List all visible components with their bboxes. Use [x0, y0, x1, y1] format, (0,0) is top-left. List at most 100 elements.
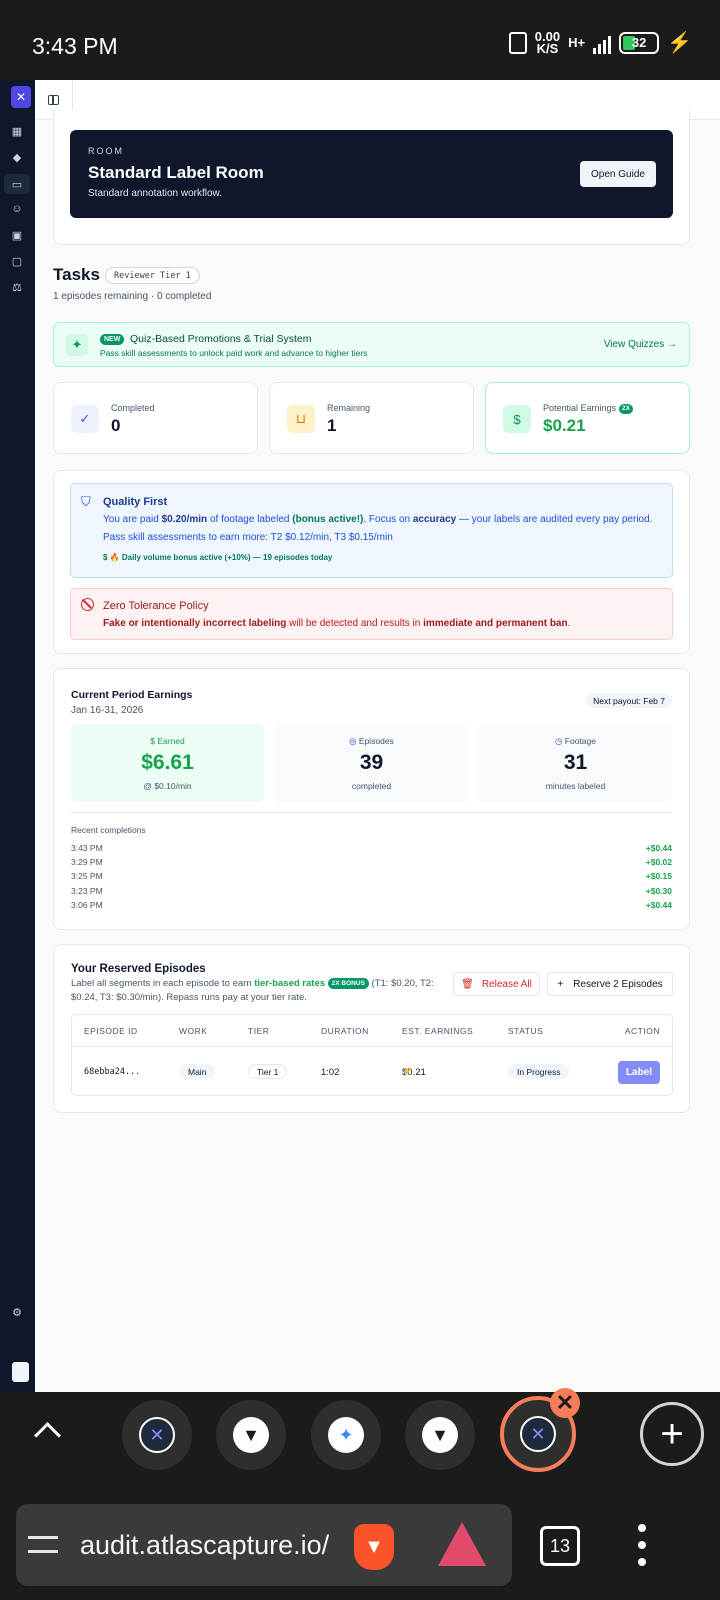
tab-thumbnail[interactable]: ✦ — [311, 1400, 381, 1470]
browser-bottom-bar: audit.atlascapture.io/ ▼ 13 — [0, 1472, 720, 1600]
browser-tab-strip: ✕ ▼ ✦ ▼ ✕ ✕ + — [0, 1388, 720, 1472]
reserve-episodes-button[interactable]: + Reserve 2 Episodes — [547, 972, 673, 996]
room-card: ROOM Standard Label Room Standard annota… — [53, 110, 690, 245]
earned-label: $ Earned — [150, 736, 185, 746]
period-dates: Jan 16-31, 2026 — [71, 705, 144, 716]
status-time: 3:43 PM — [32, 33, 118, 59]
new-tab-button[interactable]: + — [640, 1402, 704, 1466]
room-banner: ROOM Standard Label Room Standard annota… — [70, 130, 673, 218]
brave-rewards-icon[interactable] — [438, 1522, 486, 1566]
column-header: EPISODE ID — [84, 1026, 138, 1036]
stat-value: $0.21 — [543, 416, 586, 435]
panel-left-icon — [48, 95, 59, 105]
quality-title: Quality First — [103, 496, 168, 508]
reserved-description-2: $0.24, T3: $0.30/min). Repass runs pay a… — [71, 992, 307, 1003]
tasks-subtitle: 1 episodes remaining · 0 completed — [53, 291, 212, 302]
episodes-box: ◎ Episodes 39 completed — [275, 724, 468, 802]
list-item: 3:43 PM +$0.44 — [71, 843, 672, 853]
view-quizzes-link[interactable]: View Quizzes → — [604, 339, 677, 350]
column-header: STATUS — [508, 1026, 544, 1036]
app-logo[interactable]: ✕ — [11, 86, 31, 108]
tier-pill: Tier 1 — [248, 1064, 288, 1079]
brave-lion-icon: ▼ — [233, 1417, 269, 1453]
list-item: 3:29 PM +$0.02 — [71, 857, 672, 867]
zero-tolerance-text: Fake or intentionally incorrect labeling… — [103, 618, 571, 629]
network-type: H+ — [568, 35, 586, 50]
earned-rate: @ $0.10/min — [143, 781, 192, 791]
tab-thumbnail-active[interactable]: ✕ ✕ — [500, 1388, 580, 1472]
promo-title: Quiz-Based Promotions & Trial System — [130, 333, 312, 345]
stat-value: 1 — [327, 416, 337, 435]
room-title: Standard Label Room — [88, 163, 264, 182]
episodes-label: ◎ Episodes — [349, 736, 394, 746]
divider — [71, 812, 672, 813]
dollar-icon: $ — [503, 405, 531, 433]
dollar-icon: $ — [103, 553, 110, 562]
release-all-button[interactable]: 🗑 Release All — [453, 972, 540, 996]
period-earnings-card: Current Period Earnings Jan 16-31, 2026 … — [53, 668, 690, 930]
settings-icon[interactable]: ⚙ — [10, 1305, 24, 1319]
duration: 1:02 — [321, 1067, 340, 1078]
promo-banner: ✦ NEW Quiz-Based Promotions & Trial Syst… — [53, 322, 690, 367]
close-tab-icon[interactable]: ✕ — [550, 1388, 580, 1418]
tier-badge: Reviewer Tier 1 — [105, 267, 200, 284]
column-header: WORK — [179, 1026, 208, 1036]
stat-remaining: ⊔ Remaining 1 — [269, 382, 474, 454]
users-icon[interactable]: ☺ — [10, 202, 24, 216]
brave-shields-icon[interactable]: ▼ — [354, 1524, 394, 1570]
tab-thumbnail[interactable]: ▼ — [216, 1400, 286, 1470]
work-badge: Main — [179, 1064, 216, 1079]
chevron-up-icon[interactable] — [32, 1414, 62, 1444]
new-badge: NEW — [100, 334, 125, 345]
plus-icon: + — [557, 978, 564, 990]
graduation-cap-icon[interactable]: ◆ — [10, 150, 24, 164]
reserved-title: Your Reserved Episodes — [71, 963, 206, 975]
episodes-table: EPISODE ID WORK TIER DURATION EST. EARNI… — [71, 1014, 673, 1096]
more-menu-icon[interactable] — [636, 1524, 648, 1566]
footage-label: ◷ Footage — [555, 736, 596, 746]
list-item: 3:06 PM +$0.44 — [71, 900, 672, 910]
clock-icon: ◷ — [555, 736, 565, 746]
column-header: EST. EARNINGS — [402, 1026, 474, 1036]
stat-label: Remaining — [327, 403, 371, 413]
site-settings-icon[interactable] — [28, 1532, 60, 1558]
scale-icon[interactable]: ⚖ — [10, 280, 24, 294]
footage-value: 31 — [563, 751, 588, 774]
status-badge: In Progress — [508, 1064, 570, 1079]
wallet-icon[interactable]: ▣ — [10, 228, 24, 242]
inbox-icon: ⊔ — [287, 405, 315, 433]
tab-thumbnail[interactable]: ✕ — [122, 1400, 192, 1470]
room-kicker: ROOM — [88, 146, 124, 156]
stat-completed: ✓ Completed 0 — [53, 382, 258, 454]
earned-value: $6.61 — [141, 751, 194, 774]
charging-icon: ⚡ — [667, 32, 692, 54]
ban-icon — [81, 598, 94, 611]
sidebar-rail: ✕ ▦ ◆ ▭ ☺ ▣ ▢ ⚖ ⚙ — [0, 80, 35, 1392]
2x-badge: 2X — [619, 403, 633, 414]
episodes-sub: completed — [351, 781, 392, 791]
url-text[interactable]: audit.atlascapture.io/ — [80, 1530, 350, 1561]
video-icon[interactable]: ▭ — [4, 174, 30, 194]
message-icon[interactable]: ▢ — [10, 254, 24, 268]
open-guide-button[interactable]: Open Guide — [580, 161, 656, 187]
column-header: ACTION — [624, 1026, 660, 1036]
episode-id: 68ebba24... — [84, 1067, 141, 1077]
trash-icon: 🗑 — [461, 978, 474, 990]
column-header: DURATION — [321, 1026, 369, 1036]
avatar[interactable] — [12, 1362, 29, 1382]
tab-thumbnail[interactable]: ▼ — [405, 1400, 475, 1470]
vibrate-icon — [508, 31, 527, 54]
dashboard-icon[interactable]: ▦ — [10, 124, 24, 138]
period-title: Current Period Earnings — [71, 689, 193, 701]
label-button[interactable]: Label — [618, 1061, 660, 1084]
list-item: 3:25 PM +$0.15 — [71, 871, 672, 881]
volume-bonus-line: $ 🔥 Daily volume bonus active (+10%) — 1… — [103, 553, 333, 562]
app-logo-icon: ✕ — [139, 1417, 175, 1453]
signal-icon — [593, 32, 612, 54]
address-bar[interactable]: audit.atlascapture.io/ ▼ — [16, 1504, 512, 1586]
network-speed: 0.00 K/S — [534, 28, 561, 56]
next-payout-badge: Next payout: Feb 7 — [586, 693, 672, 708]
earned-box: $ Earned $6.61 @ $0.10/min — [71, 724, 264, 802]
tab-count-button[interactable]: 13 — [540, 1526, 580, 1566]
footage-sub: minutes labeled — [545, 781, 606, 791]
